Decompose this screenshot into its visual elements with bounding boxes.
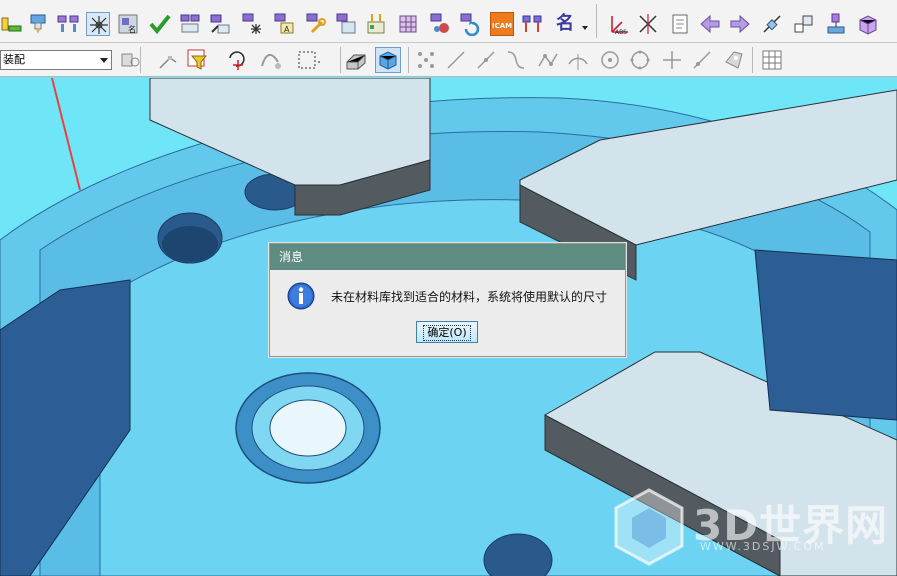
svg-text:A: A: [284, 25, 290, 34]
point-snap-icon[interactable]: [156, 48, 180, 72]
message-dialog: 消息 未在材料库找到适合的材料，系统将使用默认的尺寸 确定(O): [269, 243, 626, 357]
toolbar-separator: [408, 47, 409, 73]
info-icon: [286, 281, 316, 311]
mold-insert-icon[interactable]: [520, 12, 544, 36]
selection-toolbar: [0, 43, 897, 77]
polyline-icon[interactable]: [536, 48, 560, 72]
rotate-snap-icon[interactable]: [226, 48, 250, 72]
mold-clone-icon[interactable]: [334, 12, 358, 36]
annotation-arrow-line: [50, 78, 81, 191]
oval-slot-core: [269, 399, 347, 457]
svg-text:ICAM: ICAM: [492, 22, 512, 30]
mold-refresh-icon[interactable]: [458, 12, 482, 36]
face-icon[interactable]: [722, 48, 746, 72]
grid-snap-icon[interactable]: [86, 12, 110, 36]
mold-spark-icon[interactable]: [240, 12, 264, 36]
ok-button[interactable]: 确定(O): [416, 321, 478, 343]
mold-component-icon[interactable]: [26, 12, 50, 36]
electrode-icon[interactable]: [364, 12, 388, 36]
chevron-down-icon: [100, 58, 108, 63]
cross-axis-icon[interactable]: [636, 12, 660, 36]
circle-center-icon[interactable]: [598, 48, 622, 72]
arrow-right-icon[interactable]: [728, 12, 752, 36]
ok-button-label: 确定(O): [423, 325, 471, 341]
selection-filter-dropdown[interactable]: 装配: [0, 50, 112, 70]
main-toolbar: 名 A ICAM 名 ABS: [0, 0, 897, 43]
point-cloud-icon[interactable]: [414, 48, 438, 72]
selection-filter-value: 装配: [3, 53, 25, 66]
mold-grid-icon[interactable]: [396, 12, 420, 36]
mold-pair-icon[interactable]: [56, 12, 80, 36]
wave-link-icon[interactable]: [824, 12, 848, 36]
boss-hole-inner: [162, 226, 218, 262]
line-icon[interactable]: [444, 48, 468, 72]
rectangle-select-icon[interactable]: [296, 48, 320, 72]
parts-library-icon[interactable]: 名: [116, 12, 140, 36]
toolbar-separator: [340, 47, 341, 73]
mold-color-icon[interactable]: [428, 12, 452, 36]
line-arrow-icon[interactable]: [474, 48, 498, 72]
mold-edit-icon[interactable]: [208, 12, 232, 36]
watermark-url: WWW.3DSJW.COM: [700, 540, 826, 553]
diagonal-line-icon[interactable]: [690, 48, 714, 72]
filter-funnel-icon[interactable]: [186, 48, 210, 72]
toolbar-separator: [596, 4, 597, 38]
svg-text:ABS: ABS: [615, 29, 627, 36]
watermark-logo: [614, 488, 684, 566]
box-3d-icon[interactable]: [856, 12, 880, 36]
snap-chain-icon[interactable]: [258, 48, 282, 72]
document-icon[interactable]: [668, 12, 692, 36]
dialog-title: 消息: [270, 244, 625, 270]
circle-icon[interactable]: [628, 48, 652, 72]
icam-icon[interactable]: ICAM: [490, 12, 514, 36]
toolbar-separator: [752, 47, 753, 73]
abs-csys-icon[interactable]: ABS: [606, 12, 630, 36]
dialog-message: 未在材料库找到适合的材料，系统将使用默认的尺寸: [331, 290, 608, 304]
check-icon[interactable]: [148, 12, 172, 36]
svg-text:名: 名: [128, 24, 136, 34]
insert-right: [754, 249, 897, 421]
mold-tools-icon[interactable]: [304, 12, 328, 36]
mold-text-icon[interactable]: A: [272, 12, 296, 36]
assembly-tool-icon[interactable]: [0, 12, 24, 36]
selection-filter-icon[interactable]: [118, 48, 142, 72]
cross-point-icon[interactable]: [660, 48, 684, 72]
arc-mid-icon[interactable]: [566, 48, 590, 72]
arrow-left-icon[interactable]: [698, 12, 722, 36]
view-cube-icon[interactable]: [375, 47, 401, 73]
solid-shaded-icon[interactable]: [344, 48, 368, 72]
grid-icon[interactable]: [760, 48, 784, 72]
mold-base-icon[interactable]: [178, 12, 202, 36]
transform-icon[interactable]: [760, 12, 784, 36]
scale-icon[interactable]: [792, 12, 816, 36]
svg-text:名: 名: [556, 12, 574, 34]
name-icon[interactable]: 名: [554, 10, 590, 34]
curve-icon[interactable]: [504, 48, 528, 72]
